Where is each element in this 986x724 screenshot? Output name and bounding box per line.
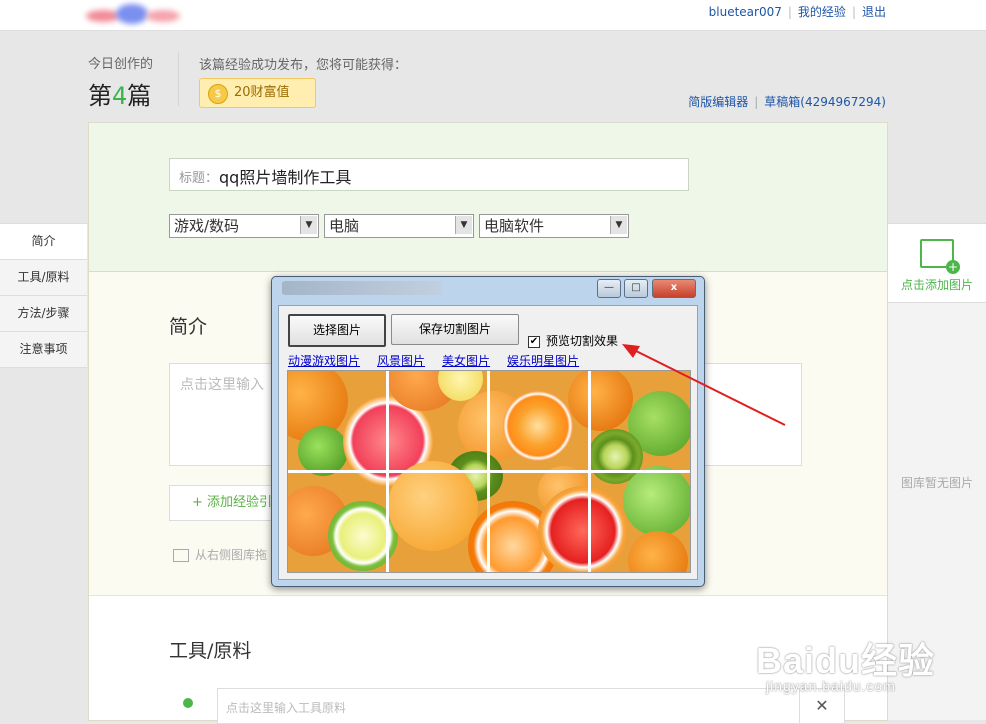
image-category-links: 动漫游戏图片 风景图片 美女图片 娱乐明星图片 <box>288 352 596 369</box>
category-select-3[interactable]: 电脑软件 ▼ <box>479 214 629 238</box>
chevron-down-icon: ▼ <box>610 216 627 234</box>
landscape-images-link[interactable]: 风景图片 <box>377 354 425 368</box>
minimize-button[interactable]: — <box>597 279 621 298</box>
picture-hint: 从右侧图库拖 <box>173 546 267 563</box>
window-title-blurred <box>282 281 442 295</box>
username-link[interactable]: bluetear007 <box>709 5 782 19</box>
intro-heading: 简介 <box>169 316 208 338</box>
left-nav: 简介 工具/原料 方法/步骤 注意事项 <box>0 223 87 368</box>
tools-heading: 工具/原料 <box>169 640 252 662</box>
today-label: 今日创作的 <box>88 57 154 72</box>
save-cut-button[interactable]: 保存切割图片 <box>391 314 519 345</box>
top-bar: bluetear007 | 我的经验 | 退出 <box>0 0 986 31</box>
bullet-dot <box>183 698 193 708</box>
chevron-down-icon: ▼ <box>455 216 472 234</box>
close-button[interactable]: x <box>652 279 696 298</box>
coin-icon: $ <box>208 84 228 104</box>
add-image-icon: + <box>920 239 960 274</box>
chevron-down-icon: ▼ <box>300 216 317 234</box>
drafts-link[interactable]: 草稿箱(4294967294) <box>764 95 886 109</box>
annotation-arrow <box>622 344 786 426</box>
reward-label: 该篇经验成功发布，您将可能获得： <box>199 58 408 73</box>
category-select-1[interactable]: 游戏/数码 ▼ <box>169 214 319 238</box>
image-icon <box>173 549 189 562</box>
title-section: 标题： qq照片墙制作工具 游戏/数码 ▼ 电脑 ▼ 电脑软件 ▼ <box>89 123 887 272</box>
reward-badge: $ 20财富值 <box>199 78 316 108</box>
anime-game-images-link[interactable]: 动漫游戏图片 <box>288 354 360 368</box>
title-field[interactable]: 标题： qq照片墙制作工具 <box>169 158 689 191</box>
celebrity-images-link[interactable]: 娱乐明星图片 <box>507 354 579 368</box>
my-experience-link[interactable]: 我的经验 <box>798 5 846 19</box>
category-select-2[interactable]: 电脑 ▼ <box>324 214 474 238</box>
add-image-button[interactable]: + 点击添加图片 <box>888 224 986 303</box>
user-links: bluetear007 | 我的经验 | 退出 <box>708 5 886 19</box>
header-divider <box>178 52 179 106</box>
watermark-logo: Baidu经验 jingyan.baidu.com <box>756 640 936 694</box>
logout-link[interactable]: 退出 <box>862 5 886 19</box>
today-count: 第4篇 <box>88 82 152 110</box>
nav-item-intro[interactable]: 简介 <box>0 224 87 260</box>
window-titlebar[interactable]: — □ x <box>272 277 704 301</box>
empty-library-text: 图库暂无图片 <box>900 476 973 490</box>
editor-links: 简版编辑器 | 草稿箱(4294967294) <box>688 95 886 109</box>
checkbox-icon: ✔ <box>528 335 540 348</box>
simple-editor-link[interactable]: 简版编辑器 <box>688 95 748 109</box>
site-logo[interactable] <box>86 4 182 26</box>
nav-item-tools[interactable]: 工具/原料 <box>0 260 87 296</box>
nav-item-notes[interactable]: 注意事项 <box>0 332 87 368</box>
nav-item-steps[interactable]: 方法/步骤 <box>0 296 87 332</box>
beauty-images-link[interactable]: 美女图片 <box>442 354 490 368</box>
select-image-button[interactable]: 选择图片 <box>288 314 386 347</box>
maximize-button[interactable]: □ <box>624 279 648 298</box>
